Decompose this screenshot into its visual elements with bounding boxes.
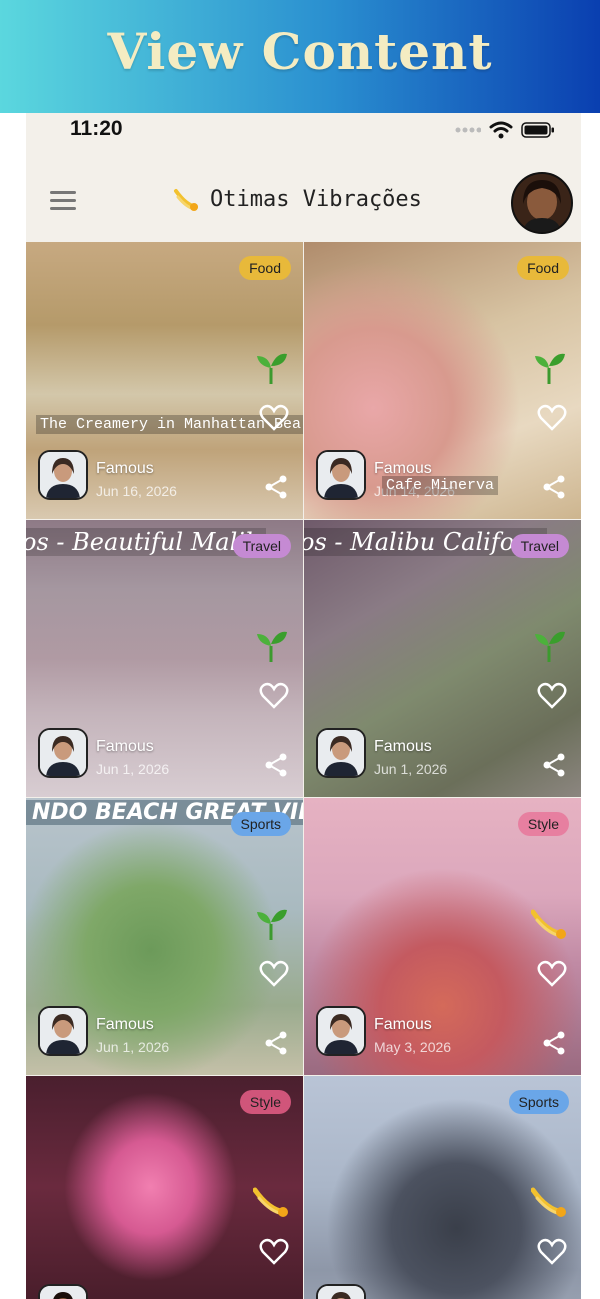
post-card[interactable]: Food Famous Jun 14, 2026 Cafe Minerva (304, 242, 581, 519)
post-card[interactable]: Sports (304, 1076, 581, 1299)
category-badge: Food (239, 256, 291, 280)
category-badge: Food (517, 256, 569, 280)
avatar[interactable] (316, 450, 366, 500)
sprout-icon (535, 631, 565, 662)
status-time: 11:20 (70, 117, 123, 140)
post-date: May 3, 2026 (374, 1039, 452, 1055)
author-name: Famous (96, 460, 154, 477)
author-name: Famous (96, 738, 154, 755)
author-name: Famous (374, 738, 432, 755)
sprout-icon (257, 631, 287, 662)
heart-icon[interactable] (259, 960, 289, 988)
heart-icon[interactable] (537, 682, 567, 710)
avatar[interactable] (316, 1006, 366, 1056)
post-caption: os - Beautiful Malib (26, 528, 267, 556)
avatar[interactable] (38, 1006, 88, 1056)
banner-title: View Content (107, 22, 493, 81)
category-badge: Sports (508, 1090, 569, 1114)
app-title-group: Otimas Vibrações (172, 185, 422, 213)
post-card[interactable]: os - Malibu Californ Travel Famous Jun 1… (304, 520, 581, 797)
post-card[interactable]: Food The Creamery in Manhattan Bea Famou… (26, 242, 303, 519)
share-icon[interactable] (263, 752, 289, 778)
comet-icon (531, 909, 566, 939)
category-badge: Style (239, 1090, 291, 1114)
heart-icon[interactable] (259, 404, 289, 432)
post-caption: Cafe Minerva (382, 476, 499, 495)
share-icon[interactable] (263, 474, 289, 500)
phone-screen: 11:20 Otimas Vibrações Food The Creamery… (26, 113, 581, 1299)
profile-avatar[interactable] (511, 172, 573, 234)
share-icon[interactable] (541, 474, 567, 500)
post-card[interactable]: Style Famous May 3, 2026 (304, 798, 581, 1075)
sprout-icon (535, 353, 565, 384)
view-content-banner: View Content (0, 0, 600, 113)
wifi-icon (489, 121, 513, 139)
post-date: Jun 1, 2026 (96, 761, 170, 777)
post-card[interactable]: Style (26, 1076, 303, 1299)
post-card[interactable]: NDO BEACH GREAT VIBES Sports Famous Jun … (26, 798, 303, 1075)
avatar[interactable] (316, 728, 366, 778)
heart-icon[interactable] (259, 1238, 289, 1266)
category-badge: Travel (232, 534, 291, 558)
status-icons (455, 121, 555, 139)
comet-icon (531, 1187, 566, 1217)
comet-icon (253, 1187, 288, 1217)
sprout-icon (257, 353, 287, 384)
category-badge: Travel (510, 534, 569, 558)
category-badge: Style (517, 812, 569, 836)
signal-dots-icon (455, 127, 481, 133)
comet-icon (174, 189, 198, 211)
menu-button[interactable] (50, 191, 78, 211)
share-icon[interactable] (541, 1030, 567, 1056)
heart-icon[interactable] (259, 682, 289, 710)
avatar[interactable] (38, 728, 88, 778)
app-title: Otimas Vibrações (210, 186, 422, 212)
share-icon[interactable] (541, 752, 567, 778)
sprout-icon (257, 909, 287, 940)
category-badge: Sports (230, 812, 291, 836)
avatar[interactable] (316, 1284, 366, 1299)
post-card[interactable]: os - Beautiful Malib Travel Famous Jun 1… (26, 520, 303, 797)
heart-icon[interactable] (537, 404, 567, 432)
battery-icon (521, 122, 554, 138)
post-date: Jun 16, 2026 (96, 483, 177, 499)
author-name: Famous (96, 1016, 154, 1033)
avatar[interactable] (38, 1284, 88, 1299)
post-date: Jun 1, 2026 (374, 761, 448, 777)
app-bar: Otimas Vibrações (26, 165, 581, 237)
share-icon[interactable] (263, 1030, 289, 1056)
author-name: Famous (374, 1016, 432, 1033)
heart-icon[interactable] (537, 960, 567, 988)
heart-icon[interactable] (537, 1238, 567, 1266)
post-date: Jun 1, 2026 (96, 1039, 170, 1055)
avatar[interactable] (38, 450, 88, 500)
status-bar: 11:20 (26, 113, 581, 149)
